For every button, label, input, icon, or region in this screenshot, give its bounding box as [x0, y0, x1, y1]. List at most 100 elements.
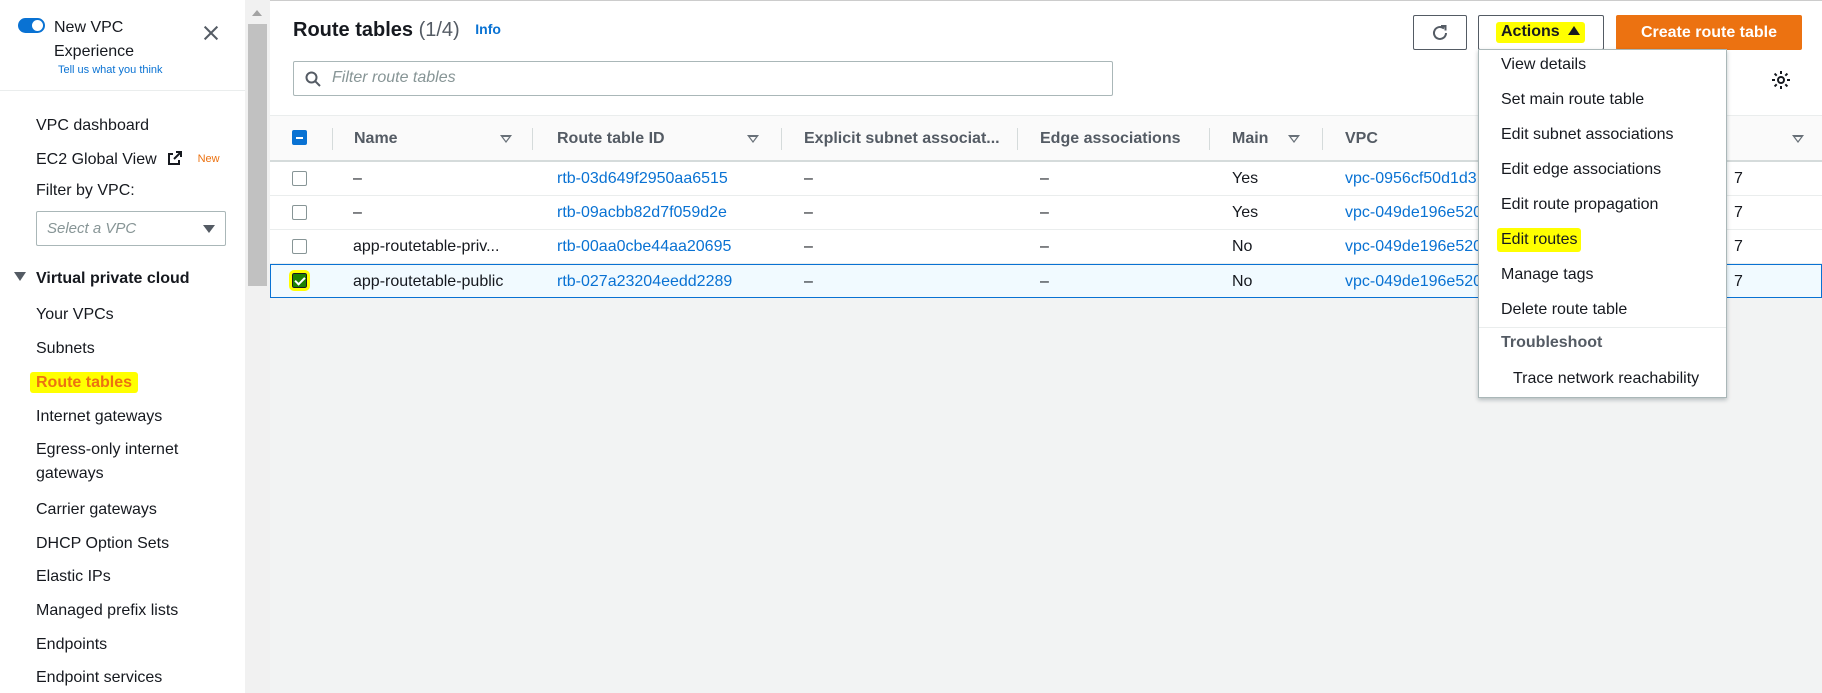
nav-endpoints[interactable]: Endpoints	[36, 633, 107, 657]
info-link[interactable]: Info	[475, 21, 501, 37]
column-divider	[532, 128, 533, 150]
new-badge: New	[197, 153, 220, 165]
cell-route-table-id[interactable]: rtb-00aa0cbe44aa20695	[557, 230, 777, 263]
menu-item-delete-route-table[interactable]: Delete route table	[1501, 299, 1627, 321]
sort-icon[interactable]	[1288, 135, 1300, 143]
selection-count: (1/4)	[418, 19, 460, 41]
cell-owner-fragment: 7	[1734, 204, 1743, 221]
column-divider	[1322, 128, 1323, 150]
nav-route-tables-label: Route tables	[30, 372, 139, 393]
menu-item-view-details[interactable]: View details	[1501, 54, 1586, 76]
select-all-checkbox[interactable]	[292, 130, 307, 145]
column-divider	[1209, 128, 1210, 150]
main-content: Route tables (1/4) Info Filter route tab…	[270, 0, 1822, 693]
caret-down-icon	[203, 225, 215, 233]
nav-route-tables[interactable]: Route tables	[30, 371, 139, 395]
column-header-explicit-subnet[interactable]: Explicit subnet associat...	[804, 116, 1004, 161]
sort-icon[interactable]	[1792, 135, 1804, 143]
close-icon[interactable]	[196, 18, 226, 48]
menu-item-set-main-route-table[interactable]: Set main route table	[1501, 89, 1644, 111]
nav-ec2-global-view[interactable]: EC2 Global View New	[36, 148, 220, 171]
scroll-thumb[interactable]	[248, 24, 267, 286]
menu-group-troubleshoot: Troubleshoot	[1501, 334, 1603, 351]
column-header-main[interactable]: Main	[1232, 116, 1292, 161]
cell-owner-fragment: 7	[1734, 170, 1743, 187]
filter-route-tables-input[interactable]: Filter route tables	[293, 61, 1113, 96]
sidebar-divider	[0, 90, 245, 91]
cell-explicit-subnet: –	[804, 273, 813, 290]
caret-up-icon	[1567, 26, 1580, 35]
column-divider	[781, 128, 782, 150]
nav-carrier-gateways[interactable]: Carrier gateways	[36, 498, 157, 522]
vpc-select[interactable]: Select a VPC	[36, 211, 226, 246]
feedback-link[interactable]: Tell us what you think	[58, 64, 163, 76]
create-route-table-button[interactable]: Create route table	[1616, 15, 1802, 50]
cell-owner-fragment: 7	[1734, 238, 1743, 255]
menu-divider	[1479, 327, 1726, 328]
scroll-up-icon[interactable]	[252, 10, 262, 16]
external-link-icon	[168, 151, 183, 165]
cell-route-table-id[interactable]: rtb-09acbb82d7f059d2e	[557, 196, 777, 229]
cell-edge-associations: –	[1040, 238, 1049, 255]
nav-egress-line-1: Egress-only internet	[36, 441, 179, 458]
nav-egress-only-internet-gateways[interactable]: Egress-only internet gateways	[36, 438, 178, 486]
section-title: Virtual private cloud	[36, 270, 190, 287]
menu-item-edit-route-propagation[interactable]: Edit route propagation	[1501, 194, 1658, 216]
nav-managed-prefix-lists[interactable]: Managed prefix lists	[36, 599, 178, 623]
page-title: Route tables (1/4) Info	[293, 19, 501, 42]
search-icon	[305, 71, 321, 87]
nav-endpoint-services[interactable]: Endpoint services	[36, 666, 162, 690]
cell-name: –	[353, 170, 362, 187]
column-header-edge-associations[interactable]: Edge associations	[1040, 116, 1210, 161]
menu-item-edit-edge-associations[interactable]: Edit edge associations	[1501, 159, 1661, 181]
cell-main: Yes	[1232, 170, 1259, 187]
section-virtual-private-cloud[interactable]: Virtual private cloud	[14, 270, 190, 288]
actions-label-text: Actions	[1501, 23, 1560, 40]
column-divider	[332, 128, 333, 150]
filter-placeholder: Filter route tables	[332, 69, 456, 86]
cell-edge-associations: –	[1040, 170, 1049, 187]
cell-explicit-subnet: –	[804, 204, 813, 221]
vpc-select-placeholder: Select a VPC	[47, 220, 137, 237]
new-experience-label: New VPC Experience	[54, 19, 135, 60]
row-checkbox[interactable]	[292, 171, 307, 186]
cell-edge-associations: –	[1040, 204, 1049, 221]
sort-icon[interactable]	[747, 135, 759, 143]
menu-item-edit-subnet-associations[interactable]: Edit subnet associations	[1501, 124, 1674, 146]
side-navigation: New VPC Experience Tell us what you thin…	[0, 0, 245, 693]
nav-elastic-ips[interactable]: Elastic IPs	[36, 565, 111, 589]
actions-dropdown-menu: View details Set main route table Edit s…	[1478, 49, 1727, 398]
cell-route-table-id[interactable]: rtb-03d649f2950aa6515	[557, 162, 777, 195]
actions-label: Actions	[1496, 22, 1585, 43]
menu-item-trace-network-reachability[interactable]: Trace network reachability	[1513, 370, 1699, 388]
nav-egress-line-2: gateways	[36, 465, 104, 482]
cell-explicit-subnet: –	[804, 170, 813, 187]
cell-route-table-id[interactable]: rtb-027a23204eedd2289	[557, 265, 777, 298]
menu-item-manage-tags[interactable]: Manage tags	[1501, 264, 1594, 286]
cell-name: –	[353, 204, 362, 221]
refresh-icon	[1433, 25, 1447, 40]
new-experience-toggle[interactable]	[18, 18, 45, 33]
nav-vpc-dashboard[interactable]: VPC dashboard	[36, 115, 149, 137]
sort-icon[interactable]	[500, 135, 512, 143]
row-checkbox[interactable]	[292, 205, 307, 220]
sidebar-scrollbar[interactable]	[245, 0, 270, 693]
refresh-button[interactable]	[1413, 15, 1467, 50]
cell-name: app-routetable-priv...	[353, 238, 500, 255]
row-checkbox-checked[interactable]	[289, 270, 310, 291]
column-header-route-table-id[interactable]: Route table ID	[557, 116, 707, 161]
gear-icon[interactable]	[1770, 69, 1792, 91]
nav-dhcp-option-sets[interactable]: DHCP Option Sets	[36, 532, 169, 556]
menu-item-edit-routes[interactable]: Edit routes	[1497, 228, 1582, 252]
cell-explicit-subnet: –	[804, 238, 813, 255]
filter-by-vpc-label: Filter by VPC:	[36, 182, 135, 199]
row-checkbox[interactable]	[292, 239, 307, 254]
actions-button[interactable]: Actions	[1478, 15, 1604, 50]
column-header-vpc[interactable]: VPC	[1345, 116, 1405, 161]
column-header-name[interactable]: Name	[354, 116, 474, 161]
nav-subnets[interactable]: Subnets	[36, 337, 95, 361]
cell-main: Yes	[1232, 204, 1259, 221]
page-title-text: Route tables	[293, 19, 414, 41]
nav-your-vpcs[interactable]: Your VPCs	[36, 303, 114, 327]
nav-internet-gateways[interactable]: Internet gateways	[36, 405, 162, 429]
